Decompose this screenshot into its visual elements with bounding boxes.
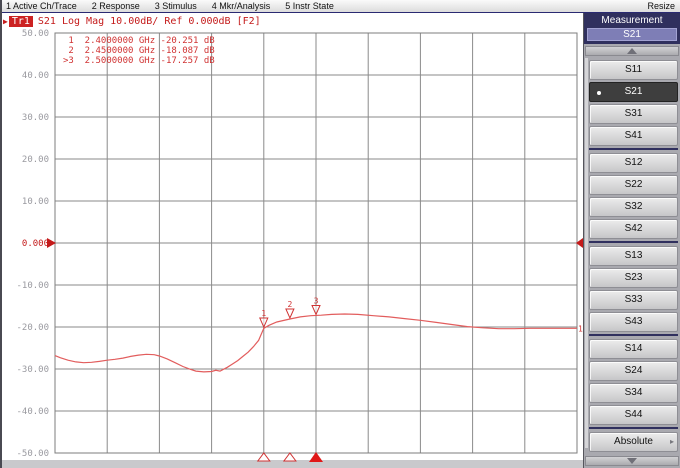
softkey-group-divider: [589, 334, 678, 336]
softkey-s24[interactable]: S24: [589, 361, 678, 381]
marker-1-stimulus-indicator[interactable]: [258, 453, 270, 461]
y-axis-label: -10.00: [16, 281, 49, 291]
softkey-s44[interactable]: S44: [589, 405, 678, 425]
active-trace-arrow-icon: ▶: [3, 17, 8, 26]
softkey-menu-title: Measurement: [587, 15, 677, 27]
menu-item-5-instr-state[interactable]: 5 Instr State: [285, 1, 334, 11]
submenu-arrow-icon: ▸: [670, 438, 674, 446]
softkey-s32[interactable]: S32: [589, 197, 678, 217]
trace-badge[interactable]: Tr1: [9, 16, 33, 27]
softkey-sidebar: Measurement S21 S11S21S31S41S12S22S32S42…: [583, 13, 680, 468]
softkey-scroll-down-button[interactable]: [585, 456, 679, 466]
menu-item-4-mkr-analysis[interactable]: 4 Mkr/Analysis: [212, 1, 271, 11]
softkey-s33[interactable]: S33: [589, 290, 678, 310]
y-axis-label: 30.00: [22, 113, 49, 123]
trace-status-line: ▶ Tr1 S21 Log Mag 10.00dB/ Ref 0.000dB […: [3, 15, 261, 27]
softkey-menu-header: Measurement S21: [584, 13, 680, 44]
softkey-s22[interactable]: S22: [589, 175, 678, 195]
y-axis-label: 10.00: [22, 197, 49, 207]
marker-3-glyph[interactable]: [312, 305, 320, 314]
y-axis-label: 20.00: [22, 155, 49, 165]
softkey-scroll-up-button[interactable]: [585, 46, 679, 56]
arrow-down-icon: [627, 458, 637, 464]
arrow-up-icon: [627, 48, 637, 54]
window-edge: [0, 0, 2, 468]
softkey-s41[interactable]: S41: [589, 126, 678, 146]
softkey-s31[interactable]: S31: [589, 104, 678, 124]
trace-format-text: S21 Log Mag 10.00dB/ Ref 0.000dB [F2]: [38, 16, 261, 27]
marker-readout-line-3: >3 2.5000000 GHz -17.257 dB: [63, 56, 215, 66]
marker-2-glyph[interactable]: [286, 309, 294, 318]
marker-2-stimulus-indicator[interactable]: [284, 453, 296, 461]
y-axis-label: -50.00: [16, 449, 49, 459]
resize-button[interactable]: Resize: [647, 1, 675, 11]
softkey-s34[interactable]: S34: [589, 383, 678, 403]
softkey-s12[interactable]: S12: [589, 153, 678, 173]
softkey-s13[interactable]: S13: [589, 246, 678, 266]
softkey-s21[interactable]: S21: [589, 82, 678, 102]
softkey-s23[interactable]: S23: [589, 268, 678, 288]
y-axis-label: 50.00: [22, 29, 49, 39]
softkey-group-divider: [589, 241, 678, 243]
y-axis-label: 40.00: [22, 71, 49, 81]
marker-3-label: 3: [314, 296, 319, 305]
marker-readout-line-1: 1 2.4000000 GHz -20.251 dB: [63, 36, 215, 46]
y-axis-label: 0.000: [22, 239, 49, 249]
menu-bar: 1 Active Ch/Trace 2 Response 3 Stimulus 4 M…: [0, 0, 680, 13]
marker-readout: 1 2.4000000 GHz -20.251 dB 2 2.4500000 G…: [63, 36, 215, 66]
marker-readout-line-2: 2 2.4500000 GHz -18.087 dB: [63, 46, 215, 56]
s21-chart: 50.00 40.00 30.00 20.00 10.00 0.000 -10.00 -20.…: [0, 0, 583, 468]
menu-item-2-response[interactable]: 2 Response: [92, 1, 140, 11]
softkey-group-divider: [589, 427, 678, 429]
softkey-s11[interactable]: S11: [589, 60, 678, 80]
y-axis-label: -30.00: [16, 365, 49, 375]
softkey-absolute[interactable]: Absolute▸: [589, 432, 678, 452]
selected-bullet-icon: [597, 91, 601, 95]
marker-2-label: 2: [287, 300, 292, 309]
menu-item-1-active-ch-trace[interactable]: 1 Active Ch/Trace: [6, 1, 77, 11]
y-axis-label: -20.00: [16, 323, 49, 333]
marker-1-label: 1: [261, 309, 266, 318]
marker-1-glyph[interactable]: [260, 318, 268, 327]
softkey-s42[interactable]: S42: [589, 219, 678, 239]
softkey-s43[interactable]: S43: [589, 312, 678, 332]
y-axis-label: -40.00: [16, 407, 49, 417]
softkey-s14[interactable]: S14: [589, 339, 678, 359]
menu-item-3-stimulus[interactable]: 3 Stimulus: [155, 1, 197, 11]
softkey-selected-value: S21: [587, 28, 677, 41]
softkey-group-divider: [589, 148, 678, 150]
